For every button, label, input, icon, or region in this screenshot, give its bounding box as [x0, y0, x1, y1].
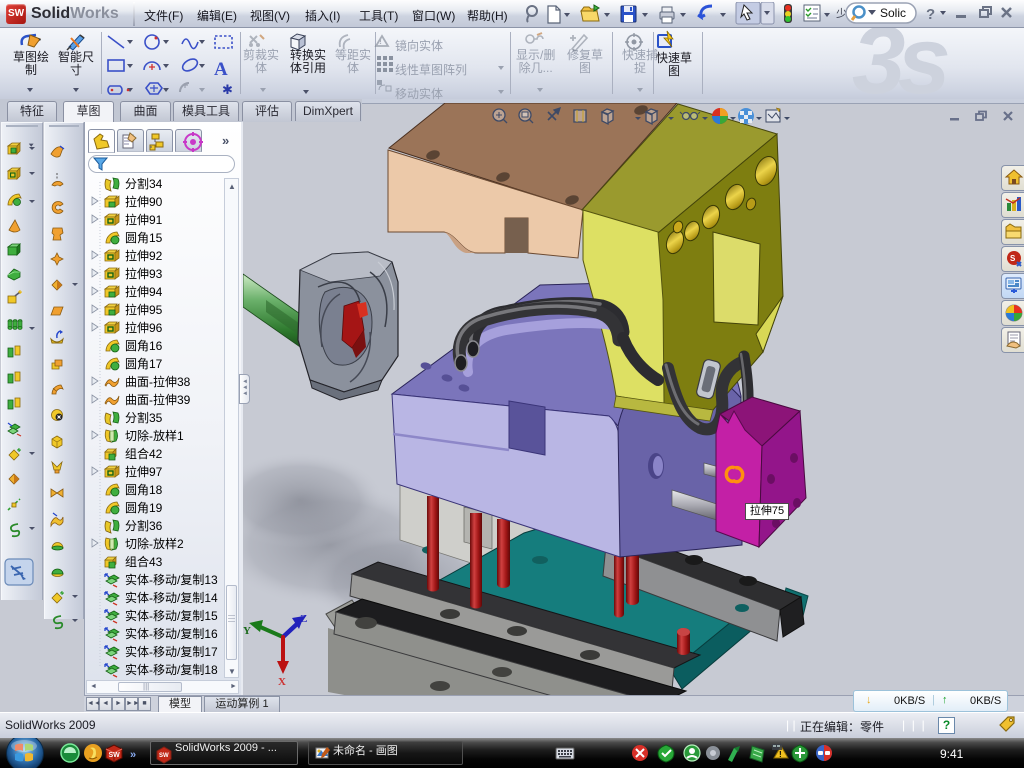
svg-text:圆角15: 圆角15	[125, 231, 163, 245]
svg-text:实体-移动/复制17: 实体-移动/复制17	[125, 644, 218, 659]
svg-text:X: X	[278, 676, 286, 688]
svg-text:拉伸92: 拉伸92	[125, 248, 163, 263]
svg-text:Solic: Solic	[880, 6, 906, 20]
svg-text:Z: Z	[300, 613, 307, 625]
svg-text:拉伸94: 拉伸94	[125, 284, 163, 299]
svg-text:拉伸96: 拉伸96	[125, 320, 163, 335]
svg-text:圆角16: 圆角16	[125, 339, 163, 353]
svg-text:A: A	[214, 59, 228, 80]
svg-text:组合43: 组合43	[125, 554, 163, 569]
svg-text:实体-移动/复制16: 实体-移动/复制16	[125, 626, 218, 641]
svg-text:拉伸93: 拉伸93	[125, 266, 163, 281]
svg-text:曲面-拉伸39: 曲面-拉伸39	[125, 392, 191, 407]
svg-text:分割34: 分割34	[125, 176, 163, 191]
svg-text:S: S	[1010, 254, 1016, 263]
svg-text:实体-移动/复制14: 实体-移动/复制14	[125, 590, 218, 605]
svg-text:?: ?	[926, 6, 935, 23]
svg-text:圆角19: 圆角19	[125, 501, 163, 515]
svg-text:拉伸95: 拉伸95	[125, 302, 163, 317]
svg-text:SW: SW	[109, 752, 121, 759]
svg-text:曲面-拉伸38: 曲面-拉伸38	[125, 374, 191, 389]
svg-text:拉伸91: 拉伸91	[125, 212, 163, 227]
svg-text:!: !	[379, 36, 382, 46]
svg-text:实体-移动/复制13: 实体-移动/复制13	[125, 572, 218, 587]
svg-text:Y: Y	[243, 625, 251, 637]
svg-text:!: !	[779, 750, 782, 759]
svg-text:切除-放样2: 切除-放样2	[125, 536, 184, 551]
svg-text:»: »	[130, 749, 136, 761]
svg-text:分割35: 分割35	[125, 410, 163, 425]
svg-text:SW: SW	[159, 753, 169, 759]
svg-text:拉伸97: 拉伸97	[125, 464, 163, 479]
svg-text:组合42: 组合42	[125, 446, 163, 461]
svg-text:实体-移动/复制15: 实体-移动/复制15	[125, 608, 218, 623]
svg-text:圆角18: 圆角18	[125, 483, 163, 497]
svg-text:拉伸90: 拉伸90	[125, 194, 163, 209]
svg-text:切除-放样1: 切除-放样1	[125, 428, 184, 443]
svg-text:实体-移动/复制18: 实体-移动/复制18	[125, 662, 218, 677]
svg-text:分割36: 分割36	[125, 518, 163, 533]
svg-text:圆角17: 圆角17	[125, 357, 163, 371]
svg-text:✱: ✱	[222, 82, 233, 97]
